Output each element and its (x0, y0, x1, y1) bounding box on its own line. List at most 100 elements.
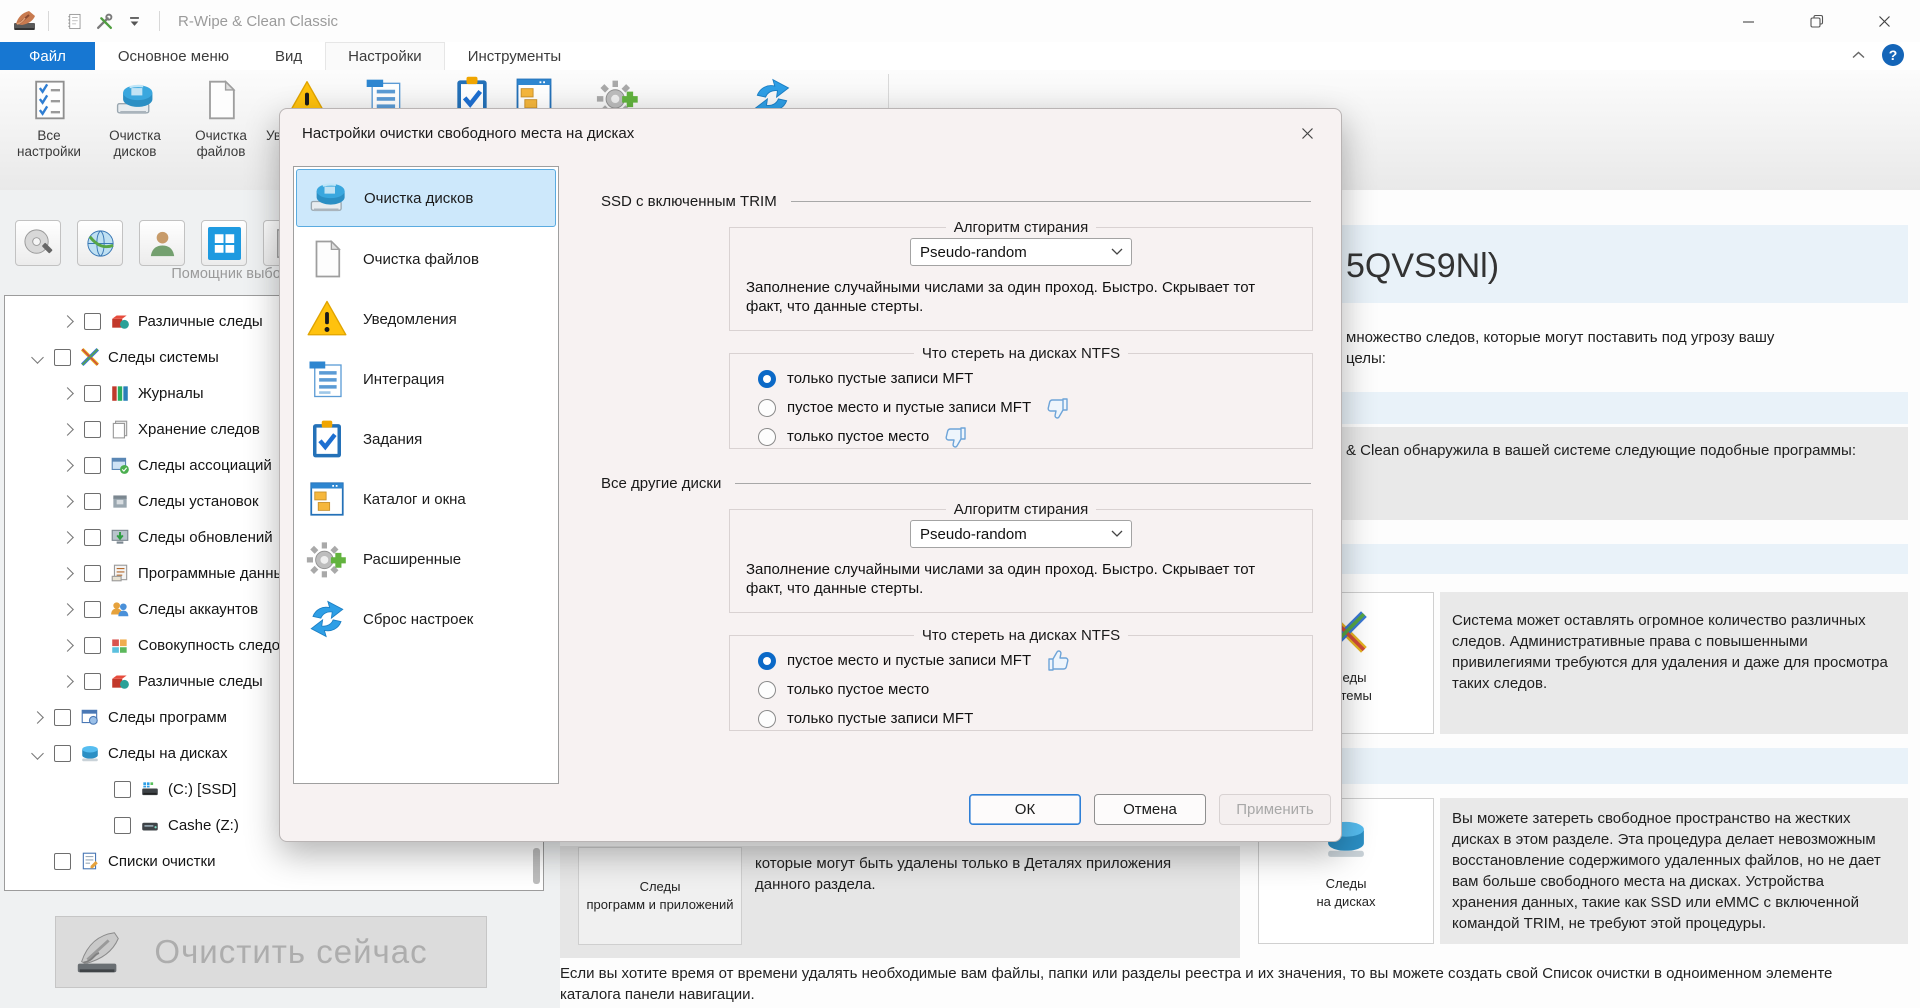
maximize-button[interactable] (1794, 1, 1838, 41)
expander-icon[interactable] (61, 602, 74, 616)
tree-scrollbar-thumb[interactable] (533, 848, 540, 884)
expander-icon[interactable] (61, 638, 74, 652)
tab-label: Настройки (348, 47, 422, 65)
radio-button[interactable] (758, 651, 776, 670)
tree-checkbox[interactable] (84, 636, 101, 654)
tree-checkbox[interactable] (54, 348, 71, 366)
radio-label: только пустое место (787, 681, 930, 698)
tree-item-label: Следы обновлений (138, 528, 273, 546)
settings-category-item[interactable]: Расширенные (294, 529, 558, 589)
dialog-close-icon[interactable] (1287, 118, 1327, 148)
tree-checkbox[interactable] (84, 456, 101, 474)
tree-checkbox[interactable] (84, 528, 101, 546)
settings-category-item[interactable]: Очистка дисков (296, 169, 556, 227)
category-label: Интеграция (363, 370, 445, 388)
category-label: Каталог и окна (363, 490, 466, 508)
tree-item-icon (80, 851, 100, 871)
tree-checkbox[interactable] (84, 600, 101, 618)
expander-icon[interactable] (61, 674, 74, 688)
expander-icon[interactable] (61, 386, 74, 400)
ribbon-tab[interactable]: Основное меню (95, 42, 252, 70)
settings-category-item[interactable]: Уведомления (294, 289, 558, 349)
expander-icon[interactable] (61, 458, 74, 472)
ribbon-button[interactable]: Очистка файлов (178, 74, 264, 160)
tree-item-label: Следы системы (108, 348, 219, 366)
radio-option[interactable]: только пустые записи MFT (746, 704, 1296, 733)
tree-checkbox[interactable] (54, 852, 71, 870)
ribbon-tab[interactable]: Настройки (325, 42, 445, 70)
tree-item-label: Различные следы (138, 672, 263, 690)
minimize-button[interactable] (1726, 1, 1770, 41)
tree-checkbox[interactable] (84, 384, 101, 402)
tools-icon[interactable] (91, 9, 117, 33)
ribbon-button[interactable]: Очистка дисков (92, 74, 178, 160)
radio-button[interactable] (758, 398, 776, 417)
disk-traces-panel: Вы можете затереть свободное пространств… (1440, 798, 1908, 944)
settings-category-item[interactable]: Каталог и окна (294, 469, 558, 529)
ribbon-tab[interactable]: Инструменты (445, 42, 585, 70)
radio-option[interactable]: пустое место и пустые записи MFT (746, 393, 1296, 422)
page-title-fragment: 5QVS9Nl) (1346, 247, 1500, 285)
tree-item-label: Журналы (138, 384, 204, 402)
trace-assistant-button[interactable] (15, 220, 61, 266)
program-traces-card[interactable]: Следы программ и приложений (578, 847, 742, 945)
expander-icon[interactable] (31, 350, 44, 364)
ribbon-tab[interactable]: Вид (252, 42, 325, 70)
expander-icon[interactable] (61, 530, 74, 544)
what-to-wipe-group: Что стереть на дисках NTFS только пустые… (729, 345, 1313, 449)
tree-checkbox[interactable] (114, 816, 131, 834)
tree-checkbox[interactable] (84, 492, 101, 510)
quick-access-caret-icon[interactable] (121, 9, 147, 33)
wipe-algorithm-select[interactable]: Pseudo-random (910, 520, 1132, 548)
tree-checkbox[interactable] (54, 744, 71, 762)
ribbon-tab[interactable]: Файл (0, 42, 95, 70)
wipe-algorithm-select[interactable]: Pseudo-random (910, 238, 1132, 266)
ribbon-button-icon (27, 78, 71, 122)
clean-now-button[interactable]: Очистить сейчас (55, 916, 487, 988)
notes-icon[interactable] (61, 9, 87, 33)
settings-category-item[interactable]: Сброс настроек (294, 589, 558, 649)
radio-option[interactable]: только пустое место (746, 675, 1296, 704)
tree-item-label: Совокупность следов (138, 636, 288, 654)
trace-assistant-button[interactable] (201, 220, 247, 266)
radio-button[interactable] (758, 680, 776, 699)
expander-icon[interactable] (61, 314, 74, 328)
system-traces-panel: Система может оставлять огромное количес… (1440, 592, 1908, 734)
tree-checkbox[interactable] (84, 564, 101, 582)
wipe-algorithm-group: Алгоритм стирания Pseudo-random Заполнен… (729, 219, 1313, 331)
ok-button[interactable]: ОК (969, 794, 1081, 825)
assistant-button-icon (207, 226, 241, 260)
tree-checkbox[interactable] (84, 312, 101, 330)
tree-checkbox[interactable] (84, 420, 101, 438)
settings-category-item[interactable]: Очистка файлов (294, 229, 558, 289)
cancel-button[interactable]: Отмена (1094, 794, 1206, 825)
ribbon-button[interactable]: Все настройки (6, 74, 92, 160)
tree-checkbox[interactable] (114, 780, 131, 798)
radio-button[interactable] (758, 369, 776, 388)
expander-icon[interactable] (61, 494, 74, 508)
expander-icon[interactable] (31, 710, 44, 724)
settings-category-item[interactable]: Задания (294, 409, 558, 469)
settings-category-item[interactable]: Интеграция (294, 349, 558, 409)
tree-row[interactable]: Списки очистки (5, 843, 543, 879)
radio-button[interactable] (758, 709, 776, 728)
radio-label: только пустые записи MFT (787, 710, 974, 727)
category-icon (306, 298, 348, 340)
expander-icon[interactable] (61, 566, 74, 580)
group-label: Что стереть на дисках NTFS (921, 627, 1121, 644)
trace-assistant-button[interactable] (139, 220, 185, 266)
tree-checkbox[interactable] (54, 708, 71, 726)
close-button[interactable] (1862, 1, 1906, 41)
radio-option[interactable]: пустое место и пустые записи MFT (746, 646, 1296, 675)
radio-label: только пустое место (787, 428, 930, 445)
radio-button[interactable] (758, 427, 776, 446)
apply-button[interactable]: Применить (1219, 794, 1331, 825)
trace-assistant-button[interactable] (77, 220, 123, 266)
tree-checkbox[interactable] (84, 672, 101, 690)
collapse-ribbon-icon[interactable] (1851, 50, 1866, 60)
expander-icon[interactable] (31, 746, 44, 760)
help-button[interactable]: ? (1882, 44, 1904, 66)
radio-option[interactable]: только пустое место (746, 422, 1296, 451)
radio-option[interactable]: только пустые записи MFT (746, 364, 1296, 393)
expander-icon[interactable] (61, 422, 74, 436)
